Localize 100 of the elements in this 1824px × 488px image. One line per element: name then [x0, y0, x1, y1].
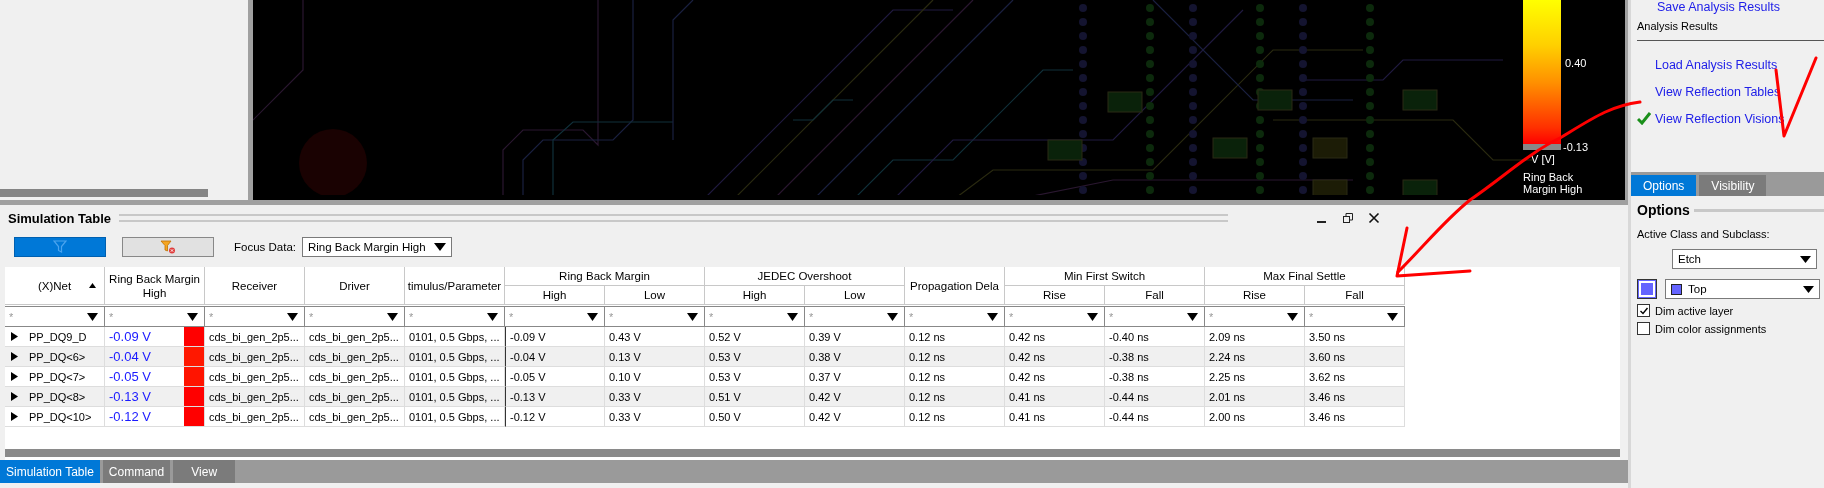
legend-max-label: 0.40	[1565, 57, 1587, 69]
color-swatch	[1671, 283, 1682, 295]
column-header[interactable]: JEDEC Overshoot	[705, 267, 905, 286]
caret-icon	[1387, 312, 1398, 321]
action-link[interactable]: Load Analysis Results	[1655, 57, 1778, 72]
table-cell: 0.38 V	[805, 347, 905, 367]
subclass-dropdown[interactable]: Top	[1665, 279, 1820, 299]
table-cell: -0.04 V	[109, 349, 151, 364]
table-cell: -0.04 V	[505, 347, 605, 367]
table-cell: 3.46 ns	[1305, 387, 1405, 407]
caret-icon	[434, 243, 446, 251]
column-header[interactable]: Max Final Settle	[1205, 267, 1405, 286]
panel-title: Simulation Table	[8, 210, 112, 226]
table-cell: PP_DQ9_D	[25, 327, 105, 347]
expand-icon[interactable]	[11, 332, 18, 341]
table-cell: 0.33 V	[605, 387, 705, 407]
table-cell: 0101, 0.5 Gbps, ...	[405, 347, 505, 367]
caret-icon	[1287, 312, 1298, 321]
table-cell: -0.38 ns	[1105, 367, 1205, 387]
table-cell: PP_DQ<6>	[25, 347, 105, 367]
column-header[interactable]: Receiver	[205, 267, 305, 305]
table-cell: 2.09 ns	[1205, 327, 1305, 347]
column-header[interactable]: Low	[805, 286, 905, 305]
table-cell: 0.37 V	[805, 367, 905, 387]
checkbox[interactable]	[1637, 322, 1650, 335]
expand-icon[interactable]	[11, 352, 18, 361]
table-cell: 0.42 V	[805, 407, 905, 427]
legend-min-label: -0.13	[1563, 141, 1589, 153]
column-header[interactable]: Low	[605, 286, 705, 305]
table-cell: 0.12 ns	[905, 347, 1005, 367]
panel-tab[interactable]: Visibility	[1699, 175, 1767, 196]
table-cell: cds_bi_gen_2p5...	[305, 367, 405, 387]
column-header[interactable]: Ring Back Margin	[505, 267, 705, 286]
color-button[interactable]	[1637, 279, 1657, 299]
column-header[interactable]: timulus/Parameter	[405, 267, 505, 305]
table-cell: 0.42 ns	[1005, 347, 1105, 367]
expand-icon[interactable]	[11, 392, 18, 401]
column-header[interactable]: High	[705, 286, 805, 305]
caret-icon	[887, 312, 898, 321]
scrollbar-thumb[interactable]	[0, 189, 208, 197]
table-cell: -0.13 V	[109, 389, 151, 404]
table-cell: 2.00 ns	[1205, 407, 1305, 427]
column-header[interactable]: Propagation Dela	[905, 267, 1005, 305]
table-cell: cds_bi_gen_2p5...	[205, 347, 305, 367]
save-results-link[interactable]: Save Analysis Results	[1657, 0, 1824, 14]
column-header[interactable]: Rise	[1205, 286, 1305, 305]
column-header[interactable]: Driver	[305, 267, 405, 305]
column-header[interactable]: Min First Switch	[1005, 267, 1205, 286]
panel-tab[interactable]: View	[173, 460, 236, 483]
table-cell: cds_bi_gen_2p5...	[305, 347, 405, 367]
table-cell: 0101, 0.5 Gbps, ...	[405, 327, 505, 347]
table-cell: PP_DQ<8>	[25, 387, 105, 407]
scrollbar-thumb[interactable]	[5, 449, 1620, 457]
clear-filter-icon	[160, 240, 176, 254]
table-cell: -0.44 ns	[1105, 407, 1205, 427]
focus-data-label: Focus Data:	[234, 241, 296, 253]
column-header[interactable]: Fall	[1105, 286, 1205, 305]
table-cell: -0.12 V	[505, 407, 605, 427]
column-header[interactable]: Fall	[1305, 286, 1405, 305]
column-header[interactable]: Rise	[1005, 286, 1105, 305]
checkbox-label: Dim active layer	[1655, 304, 1734, 317]
clear-filter-button[interactable]	[122, 237, 214, 257]
table-cell: 0.43 V	[605, 327, 705, 347]
expand-icon[interactable]	[11, 412, 18, 421]
table-cell: 0.42 V	[805, 387, 905, 407]
table-cell: 0.12 ns	[905, 387, 1005, 407]
panel-tab[interactable]: Options	[1631, 175, 1697, 196]
table-cell: -0.44 ns	[1105, 387, 1205, 407]
column-header[interactable]: Ring Back Margin High	[105, 267, 205, 305]
table-cell: 0.12 ns	[905, 367, 1005, 387]
checkbox-label: Dim color assignments	[1655, 322, 1767, 335]
table-cell: 0.41 ns	[1005, 407, 1105, 427]
table-cell: 0.42 ns	[1005, 327, 1105, 347]
legend-title: Ring Back Margin High	[1523, 171, 1584, 195]
section-heading: Analysis Results	[1637, 20, 1719, 32]
column-header[interactable]: (X)Net	[5, 267, 105, 305]
table-cell: 0.52 V	[705, 327, 805, 347]
caret-icon	[287, 312, 298, 321]
close-icon[interactable]	[1368, 212, 1380, 224]
class-dropdown[interactable]: Etch	[1672, 249, 1817, 269]
table-cell: 3.62 ns	[1305, 367, 1405, 387]
caret-icon	[787, 312, 798, 321]
table-cell: cds_bi_gen_2p5...	[205, 327, 305, 347]
restore-icon[interactable]	[1342, 212, 1354, 224]
focus-data-dropdown[interactable]: Ring Back Margin High	[302, 237, 452, 257]
table-cell: -0.05 V	[109, 369, 151, 384]
column-header[interactable]: High	[505, 286, 605, 305]
panel-tab[interactable]: Command	[102, 460, 171, 483]
expand-icon[interactable]	[11, 372, 18, 381]
table-cell: 0.50 V	[705, 407, 805, 427]
table-cell: 0101, 0.5 Gbps, ...	[405, 367, 505, 387]
table-cell: 3.46 ns	[1305, 407, 1405, 427]
checkbox[interactable]	[1637, 304, 1650, 317]
table-cell: cds_bi_gen_2p5...	[205, 367, 305, 387]
table-cell: 0.13 V	[605, 347, 705, 367]
table-cell: cds_bi_gen_2p5...	[205, 387, 305, 407]
field-label: Active Class and Subclass:	[1637, 228, 1771, 240]
panel-tab[interactable]: Simulation Table	[0, 460, 100, 483]
caret-icon	[1800, 255, 1811, 263]
table-cell: 0.42 ns	[1005, 367, 1105, 387]
